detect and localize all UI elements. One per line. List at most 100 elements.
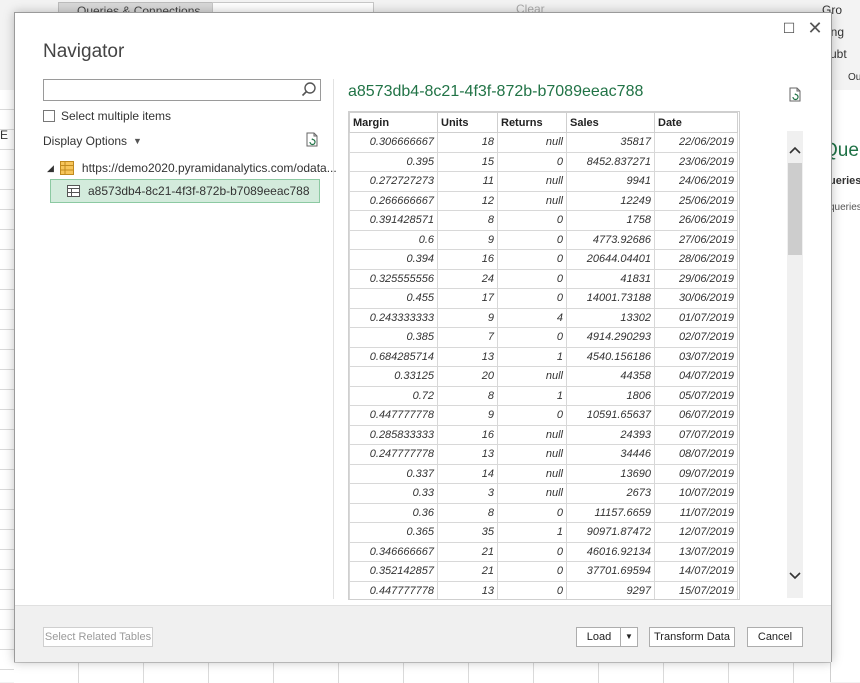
table-cell[interactable]: 35817 bbox=[566, 132, 655, 153]
column-header[interactable]: Returns bbox=[497, 112, 567, 133]
table-cell[interactable]: 41831 bbox=[566, 268, 655, 289]
table-row[interactable]: 0.33 3 null 2673 10/07/2019 bbox=[349, 483, 738, 504]
table-cell[interactable]: 09/07/2019 bbox=[654, 463, 738, 484]
table-cell[interactable]: 10591.65637 bbox=[566, 405, 655, 426]
table-cell[interactable]: 9 bbox=[437, 307, 498, 328]
table-cell[interactable]: 0.272727273 bbox=[349, 171, 438, 192]
table-cell[interactable]: 0.447777778 bbox=[349, 405, 438, 426]
load-button[interactable]: Load bbox=[576, 627, 622, 647]
table-cell[interactable]: 27/06/2019 bbox=[654, 229, 738, 250]
table-cell[interactable]: 0.385 bbox=[349, 327, 438, 348]
vertical-scrollbar[interactable] bbox=[787, 131, 803, 598]
table-cell[interactable]: null bbox=[497, 463, 567, 484]
table-row[interactable]: 0.272727273 11 null 9941 24/06/2019 bbox=[349, 171, 738, 192]
search-input[interactable] bbox=[44, 80, 302, 98]
column-header[interactable]: Units bbox=[437, 112, 498, 133]
table-cell[interactable]: 0.72 bbox=[349, 385, 438, 406]
table-cell[interactable]: 8452.837271 bbox=[566, 151, 655, 172]
table-row[interactable]: 0.385 7 0 4914.290293 02/07/2019 bbox=[349, 327, 738, 348]
table-row[interactable]: 0.285833333 16 null 24393 07/07/2019 bbox=[349, 424, 738, 445]
table-cell[interactable]: 44358 bbox=[566, 366, 655, 387]
table-cell[interactable]: 0.684285714 bbox=[349, 346, 438, 367]
table-cell[interactable]: 30/06/2019 bbox=[654, 288, 738, 309]
table-cell[interactable]: 12 bbox=[437, 190, 498, 211]
table-cell[interactable]: 1806 bbox=[566, 385, 655, 406]
table-cell[interactable]: 22/06/2019 bbox=[654, 132, 738, 153]
queries-tab[interactable]: ueries bbox=[829, 175, 860, 187]
table-cell[interactable]: 37701.69594 bbox=[566, 561, 655, 582]
table-cell[interactable]: 0 bbox=[497, 288, 567, 309]
table-cell[interactable]: 1758 bbox=[566, 210, 655, 231]
scroll-down-icon[interactable] bbox=[787, 569, 803, 583]
table-cell[interactable]: 0 bbox=[497, 210, 567, 231]
table-cell[interactable]: 16 bbox=[437, 424, 498, 445]
table-cell[interactable]: 0 bbox=[497, 561, 567, 582]
table-row[interactable]: 0.36 8 0 11157.6659 11/07/2019 bbox=[349, 502, 738, 523]
table-cell[interactable]: 46016.92134 bbox=[566, 541, 655, 562]
table-cell[interactable]: 1 bbox=[497, 346, 567, 367]
table-cell[interactable]: 0.447777778 bbox=[349, 580, 438, 599]
table-cell[interactable]: 0.285833333 bbox=[349, 424, 438, 445]
table-cell[interactable]: 01/07/2019 bbox=[654, 307, 738, 328]
table-cell[interactable]: 12249 bbox=[566, 190, 655, 211]
column-header-e[interactable]: E bbox=[0, 128, 8, 142]
table-cell[interactable]: 0.243333333 bbox=[349, 307, 438, 328]
table-row[interactable]: 0.72 8 1 1806 05/07/2019 bbox=[349, 385, 738, 406]
table-cell[interactable]: 25/06/2019 bbox=[654, 190, 738, 211]
table-cell[interactable]: null bbox=[497, 190, 567, 211]
table-cell[interactable]: 29/06/2019 bbox=[654, 268, 738, 289]
table-cell[interactable]: 14/07/2019 bbox=[654, 561, 738, 582]
table-cell[interactable]: 4914.290293 bbox=[566, 327, 655, 348]
load-options-button[interactable]: ▼ bbox=[620, 627, 638, 647]
table-cell[interactable]: 8 bbox=[437, 502, 498, 523]
table-cell[interactable]: 1 bbox=[497, 522, 567, 543]
scroll-up-icon[interactable] bbox=[787, 143, 803, 157]
table-cell[interactable]: 12/07/2019 bbox=[654, 522, 738, 543]
refresh-preview-icon[interactable] bbox=[787, 87, 803, 103]
table-cell[interactable]: 23/06/2019 bbox=[654, 151, 738, 172]
table-cell[interactable]: 90971.87472 bbox=[566, 522, 655, 543]
table-cell[interactable]: 21 bbox=[437, 541, 498, 562]
table-cell[interactable]: 1 bbox=[497, 385, 567, 406]
table-row[interactable]: 0.266666667 12 null 12249 25/06/2019 bbox=[349, 190, 738, 211]
table-cell[interactable]: 0 bbox=[497, 229, 567, 250]
table-cell[interactable]: 9 bbox=[437, 405, 498, 426]
table-cell[interactable]: null bbox=[497, 424, 567, 445]
table-cell[interactable]: 15/07/2019 bbox=[654, 580, 738, 599]
table-cell[interactable]: 05/07/2019 bbox=[654, 385, 738, 406]
column-header[interactable]: Sales bbox=[566, 112, 655, 133]
table-row[interactable]: 0.455 17 0 14001.73188 30/06/2019 bbox=[349, 288, 738, 309]
table-cell[interactable]: 13 bbox=[437, 444, 498, 465]
table-cell[interactable]: 0 bbox=[497, 541, 567, 562]
table-row[interactable]: 0.352142857 21 0 37701.69594 14/07/2019 bbox=[349, 561, 738, 582]
table-row[interactable]: 0.306666667 18 null 35817 22/06/2019 bbox=[349, 132, 738, 153]
table-cell[interactable]: null bbox=[497, 132, 567, 153]
table-cell[interactable]: 0 bbox=[497, 502, 567, 523]
table-cell[interactable]: 0.391428571 bbox=[349, 210, 438, 231]
table-cell[interactable]: 11 bbox=[437, 171, 498, 192]
table-cell[interactable]: 06/07/2019 bbox=[654, 405, 738, 426]
table-cell[interactable]: 04/07/2019 bbox=[654, 366, 738, 387]
table-cell[interactable]: 08/07/2019 bbox=[654, 444, 738, 465]
table-cell[interactable]: 4 bbox=[497, 307, 567, 328]
table-cell[interactable]: 13 bbox=[437, 580, 498, 599]
table-cell[interactable]: 0.6 bbox=[349, 229, 438, 250]
table-cell[interactable]: null bbox=[497, 444, 567, 465]
table-row[interactable]: 0.365 35 1 90971.87472 12/07/2019 bbox=[349, 522, 738, 543]
table-cell[interactable]: 4540.156186 bbox=[566, 346, 655, 367]
table-cell[interactable]: 8 bbox=[437, 385, 498, 406]
table-cell[interactable]: 9 bbox=[437, 229, 498, 250]
table-cell[interactable]: 11157.6659 bbox=[566, 502, 655, 523]
table-cell[interactable]: 20 bbox=[437, 366, 498, 387]
scrollbar-thumb[interactable] bbox=[788, 163, 802, 255]
table-cell[interactable]: null bbox=[497, 171, 567, 192]
table-cell[interactable]: 0.33125 bbox=[349, 366, 438, 387]
table-row[interactable]: 0.346666667 21 0 46016.92134 13/07/2019 bbox=[349, 541, 738, 562]
sheet-grid[interactable] bbox=[0, 90, 15, 682]
sheet-grid-bottom[interactable] bbox=[14, 662, 830, 683]
table-cell[interactable]: 13690 bbox=[566, 463, 655, 484]
table-cell[interactable]: 16 bbox=[437, 249, 498, 270]
table-row[interactable]: 0.391428571 8 0 1758 26/06/2019 bbox=[349, 210, 738, 231]
table-cell[interactable]: 17 bbox=[437, 288, 498, 309]
table-cell[interactable]: 0 bbox=[497, 580, 567, 599]
